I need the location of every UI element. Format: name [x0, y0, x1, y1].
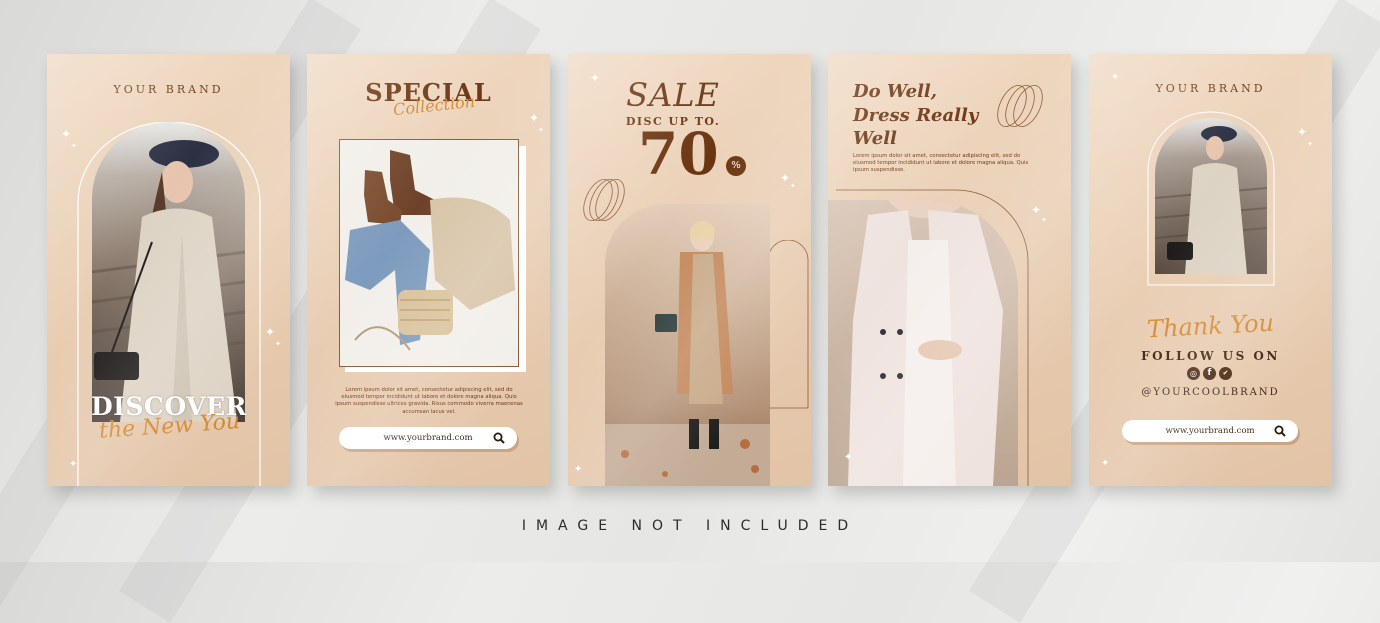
sparkle-icon: ✦ — [1101, 458, 1110, 469]
model-photo — [1155, 118, 1267, 274]
story-card-thank-you: YOUR BRAND ✦ ✦ ✦ Thank You FOLLOW US ON … — [1089, 54, 1332, 486]
headline-line-3: Well — [853, 128, 897, 149]
sparkle-icon: ✦ — [1307, 140, 1313, 148]
search-icon[interactable] — [1274, 425, 1286, 437]
social-handle[interactable]: @YOURCOOLBRAND — [1089, 387, 1332, 398]
story-card-special: SPECIAL Collection ✦ ✦ Lorem ipsum dolor… — [307, 54, 550, 486]
website-url-bar[interactable]: www.yourbrand.com — [339, 427, 517, 449]
body-text: Lorem ipsum dolor sit amet, consectetur … — [853, 153, 1029, 174]
facebook-icon[interactable]: f — [1203, 367, 1216, 380]
decorative-rings — [997, 85, 1043, 127]
sparkle-icon: ✦ — [69, 459, 78, 470]
model-photo — [92, 122, 245, 422]
headline-line-2: Dress Really — [853, 105, 979, 126]
model-photo — [605, 204, 770, 486]
body-text: Lorem ipsum dolor sit amet, consectetur … — [335, 387, 523, 415]
website-url: www.yourbrand.com — [383, 433, 473, 443]
discount-number: 70 — [638, 120, 719, 188]
sparkle-icon: ✦ — [844, 452, 853, 463]
sparkle-icon: ✦ — [790, 182, 796, 190]
sparkle-icon: ✦ — [265, 325, 276, 339]
brand-name: YOUR BRAND — [1155, 82, 1266, 95]
story-card-sale: ✦ SALE DISC UP TO. 70 % ✦ ✦ ✦ — [568, 54, 811, 486]
headline-line-1: Do Well, — [853, 81, 938, 102]
sparkle-icon: ✦ — [780, 171, 791, 185]
website-url-bar[interactable]: www.yourbrand.com — [1122, 420, 1298, 442]
sparkle-icon: ✦ — [1297, 125, 1308, 139]
sparkle-icon: ✦ — [1031, 203, 1042, 217]
story-card-discover: YOUR BRAND ✦ ✦ ✦ ✦ ✦ DISCOVER the New Yo… — [47, 54, 290, 486]
sparkle-icon: ✦ — [529, 111, 540, 125]
social-icons: ◎ f ✔ — [1187, 367, 1232, 380]
brand-name: YOUR BRAND — [113, 83, 224, 96]
sparkle-icon: ✦ — [1041, 216, 1047, 224]
twitter-icon[interactable]: ✔ — [1219, 367, 1232, 380]
sparkle-icon: ✦ — [61, 127, 72, 141]
sale-title: SALE — [626, 76, 720, 114]
decorative-arch-outline — [766, 240, 809, 409]
sparkle-icon: ✦ — [574, 464, 583, 475]
decorative-rings — [583, 179, 625, 221]
instagram-icon[interactable]: ◎ — [1187, 367, 1200, 380]
story-card-do-well: Do Well, Dress Really Well Lorem ipsum d… — [828, 54, 1071, 486]
percent-badge: % — [726, 156, 746, 176]
image-not-included-caption: IMAGE NOT INCLUDED — [521, 518, 859, 534]
model-photo — [828, 200, 1018, 486]
sparkle-icon: ✦ — [1111, 72, 1120, 83]
search-icon[interactable] — [493, 432, 505, 444]
website-url: www.yourbrand.com — [1165, 426, 1255, 436]
sparkle-icon: ✦ — [538, 126, 544, 134]
thank-you-script: Thank You — [1146, 308, 1275, 344]
sparkle-icon: ✦ — [71, 142, 77, 150]
follow-us-heading: FOLLOW US ON — [1141, 349, 1280, 363]
flatlay-photo — [339, 139, 519, 367]
sparkle-icon: ✦ — [275, 340, 281, 348]
